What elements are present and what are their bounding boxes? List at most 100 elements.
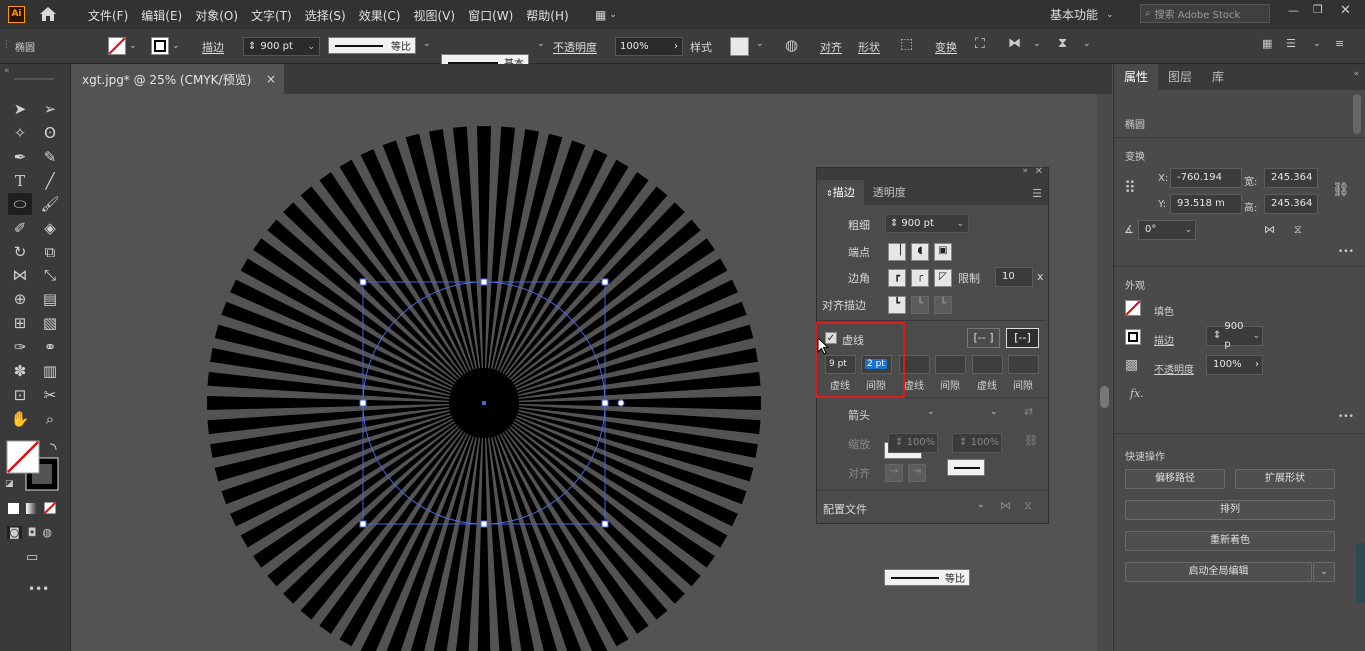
height-field[interactable]: 245.364 bbox=[1264, 194, 1318, 214]
perspective-grid-tool[interactable]: ▤ bbox=[38, 288, 62, 310]
arrange-documents-button[interactable]: ▦ ⌄ bbox=[595, 8, 617, 22]
warp-chevron-icon[interactable]: ⌄ bbox=[1083, 39, 1091, 49]
panel-header[interactable]: » ✕ bbox=[817, 166, 1048, 180]
chevron-down-icon[interactable]: ⌄ bbox=[1252, 327, 1260, 345]
warp-icon[interactable]: ⧗ bbox=[1058, 36, 1067, 51]
fx-icon[interactable]: fx. bbox=[1130, 387, 1144, 400]
tab-libraries[interactable]: 库 bbox=[1202, 64, 1234, 90]
chevron-right-icon[interactable]: › bbox=[674, 41, 678, 52]
draw-behind-icon[interactable]: ◘ bbox=[28, 526, 37, 539]
collapse-icon[interactable]: » bbox=[1022, 166, 1028, 176]
tab-stroke[interactable]: ⇕描边 bbox=[817, 180, 864, 205]
magic-wand-tool[interactable]: ✧ bbox=[8, 122, 32, 144]
panel-menu-icon[interactable]: ☰ bbox=[1032, 187, 1042, 200]
flip-horizontal-icon[interactable]: ⋈ bbox=[1264, 223, 1275, 236]
menu-effect[interactable]: 效果(C) bbox=[359, 7, 401, 24]
type-tool[interactable]: T bbox=[8, 170, 32, 192]
profile-chevron-icon[interactable]: ⌄ bbox=[423, 39, 431, 49]
profile-select[interactable]: 等比 bbox=[884, 569, 970, 586]
shaper-tool[interactable]: ✐ bbox=[8, 217, 32, 239]
round-cap-button[interactable]: ◖ bbox=[911, 243, 929, 261]
symbol-sprayer-tool[interactable]: ✽ bbox=[8, 360, 32, 382]
menu-file[interactable]: 文件(F) bbox=[88, 7, 128, 24]
menu-help[interactable]: 帮助(H) bbox=[526, 7, 568, 24]
color-mode-icon[interactable] bbox=[8, 502, 19, 514]
stroke-swatch[interactable] bbox=[1125, 329, 1141, 345]
recolor-icon[interactable]: ◍ bbox=[785, 36, 798, 54]
column-graph-tool[interactable]: ▥ bbox=[38, 360, 62, 382]
collapse-panel-icon[interactable]: « bbox=[4, 66, 10, 76]
close-window-button[interactable]: ✕ bbox=[1340, 3, 1351, 18]
link-scale-icon[interactable]: ⛓ bbox=[1024, 434, 1038, 447]
document-tab[interactable]: xgt.jpg* @ 25% (CMYK/预览) × bbox=[72, 64, 284, 94]
stroke-weight-field[interactable]: ⇕ 900 pt ⌄ bbox=[243, 37, 320, 56]
shape-builder-tool[interactable]: ⊕ bbox=[8, 288, 32, 310]
constrain-proportions-icon[interactable]: ⛓ bbox=[1332, 182, 1350, 198]
gradient-mode-icon[interactable] bbox=[26, 502, 37, 514]
gap-2-field[interactable] bbox=[935, 355, 966, 374]
arrow-place-button[interactable]: ⇥ bbox=[908, 464, 926, 482]
pie-widget[interactable] bbox=[617, 399, 625, 407]
variable-width-profile[interactable]: 等比 bbox=[328, 37, 416, 54]
bevel-join-button[interactable]: ◸ bbox=[934, 269, 952, 287]
tab-properties[interactable]: 属性 bbox=[1114, 64, 1159, 90]
shape-properties-icon[interactable]: ⬚ bbox=[900, 36, 913, 52]
arrange-button[interactable]: 排列 bbox=[1125, 500, 1335, 520]
stock-search-input[interactable]: ⌕ 搜索 Adobe Stock bbox=[1140, 4, 1270, 23]
graphic-style-swatch[interactable] bbox=[730, 37, 749, 56]
projecting-cap-button[interactable]: ▣ bbox=[934, 243, 952, 261]
default-colors-icon[interactable]: ◪ bbox=[5, 479, 14, 489]
recolor-button[interactable]: 重新着色 bbox=[1125, 531, 1335, 551]
stepper-icon[interactable]: ⇕ bbox=[248, 41, 256, 52]
start-arrow-chevron-icon[interactable]: ⌄ bbox=[927, 407, 935, 417]
mesh-tool[interactable]: ⊞ bbox=[8, 312, 32, 334]
menu-type[interactable]: 文字(T) bbox=[251, 7, 292, 24]
slice-tool[interactable]: ✂ bbox=[38, 384, 62, 406]
stroke-label[interactable]: 描边 bbox=[202, 39, 224, 55]
global-edit-options-button[interactable]: ⌄ bbox=[1313, 562, 1335, 582]
angle-field[interactable]: 0° ⌄ bbox=[1138, 220, 1196, 240]
collapse-icon[interactable]: « bbox=[1353, 64, 1359, 90]
transform-label[interactable]: 变换 bbox=[935, 39, 957, 55]
arrow-extend-button[interactable]: → bbox=[885, 464, 903, 482]
close-panel-icon[interactable]: ✕ bbox=[1035, 166, 1043, 177]
menu-edit[interactable]: 编辑(E) bbox=[141, 7, 182, 24]
lasso-tool[interactable]: ʘ bbox=[38, 122, 62, 144]
butt-cap-button[interactable]: ▕ bbox=[888, 243, 906, 261]
stroke-weight-field[interactable]: ⇕ 900 p ⌄ bbox=[1206, 321, 1263, 350]
selection-tool[interactable]: ➤ bbox=[8, 98, 32, 120]
opacity-field[interactable]: 100% › bbox=[615, 37, 683, 56]
round-join-button[interactable]: ╭ bbox=[911, 269, 929, 287]
menu-select[interactable]: 选择(S) bbox=[305, 7, 346, 24]
paintbrush-tool[interactable]: 🖌 bbox=[38, 193, 62, 215]
tab-transparency[interactable]: 透明度 bbox=[864, 180, 915, 205]
menu-window[interactable]: 窗口(W) bbox=[468, 7, 513, 24]
eraser-tool[interactable]: ◈ bbox=[38, 217, 62, 239]
scrollbar-thumb[interactable] bbox=[1100, 386, 1109, 408]
gap-3-field[interactable] bbox=[1008, 355, 1039, 374]
minimize-button[interactable]: — bbox=[1288, 4, 1299, 17]
align-label[interactable]: 对齐 bbox=[820, 39, 842, 55]
scale-tool[interactable]: ⧉ bbox=[38, 241, 62, 263]
weight-field[interactable]: ⇕ 900 pt ⌄ bbox=[885, 214, 969, 233]
fill-stroke-widget[interactable] bbox=[6, 440, 60, 492]
edit-toolbar-icon[interactable]: ••• bbox=[28, 582, 49, 596]
limit-field[interactable]: 10 bbox=[995, 267, 1033, 287]
vertical-scrollbar[interactable] bbox=[1097, 94, 1112, 651]
flip-along-icon[interactable]: ⧖ bbox=[1024, 499, 1032, 513]
panel-menu-icon[interactable]: ☰ bbox=[1286, 37, 1296, 50]
swap-arrows-icon[interactable]: ⇄ bbox=[1024, 405, 1033, 418]
preserve-dash-button[interactable]: [-- ] bbox=[967, 328, 1000, 348]
global-edit-button[interactable]: 启动全局编辑 bbox=[1125, 562, 1312, 582]
hand-tool[interactable]: ✋ bbox=[8, 408, 32, 430]
line-tool[interactable]: ╱ bbox=[38, 170, 62, 192]
direct-selection-tool[interactable]: ➢ bbox=[38, 98, 62, 120]
close-tab-icon[interactable]: × bbox=[266, 72, 276, 86]
align-inside-button[interactable]: ┗ bbox=[911, 296, 929, 314]
rotate-tool[interactable]: ↻ bbox=[8, 241, 32, 263]
width-field[interactable]: 245.364 bbox=[1264, 168, 1318, 188]
artboard-tool[interactable]: ⊡ bbox=[8, 384, 32, 406]
menu-object[interactable]: 对象(O) bbox=[195, 7, 238, 24]
menu-view[interactable]: 视图(V) bbox=[413, 7, 455, 24]
opacity-field[interactable]: 100% › bbox=[1206, 355, 1263, 375]
